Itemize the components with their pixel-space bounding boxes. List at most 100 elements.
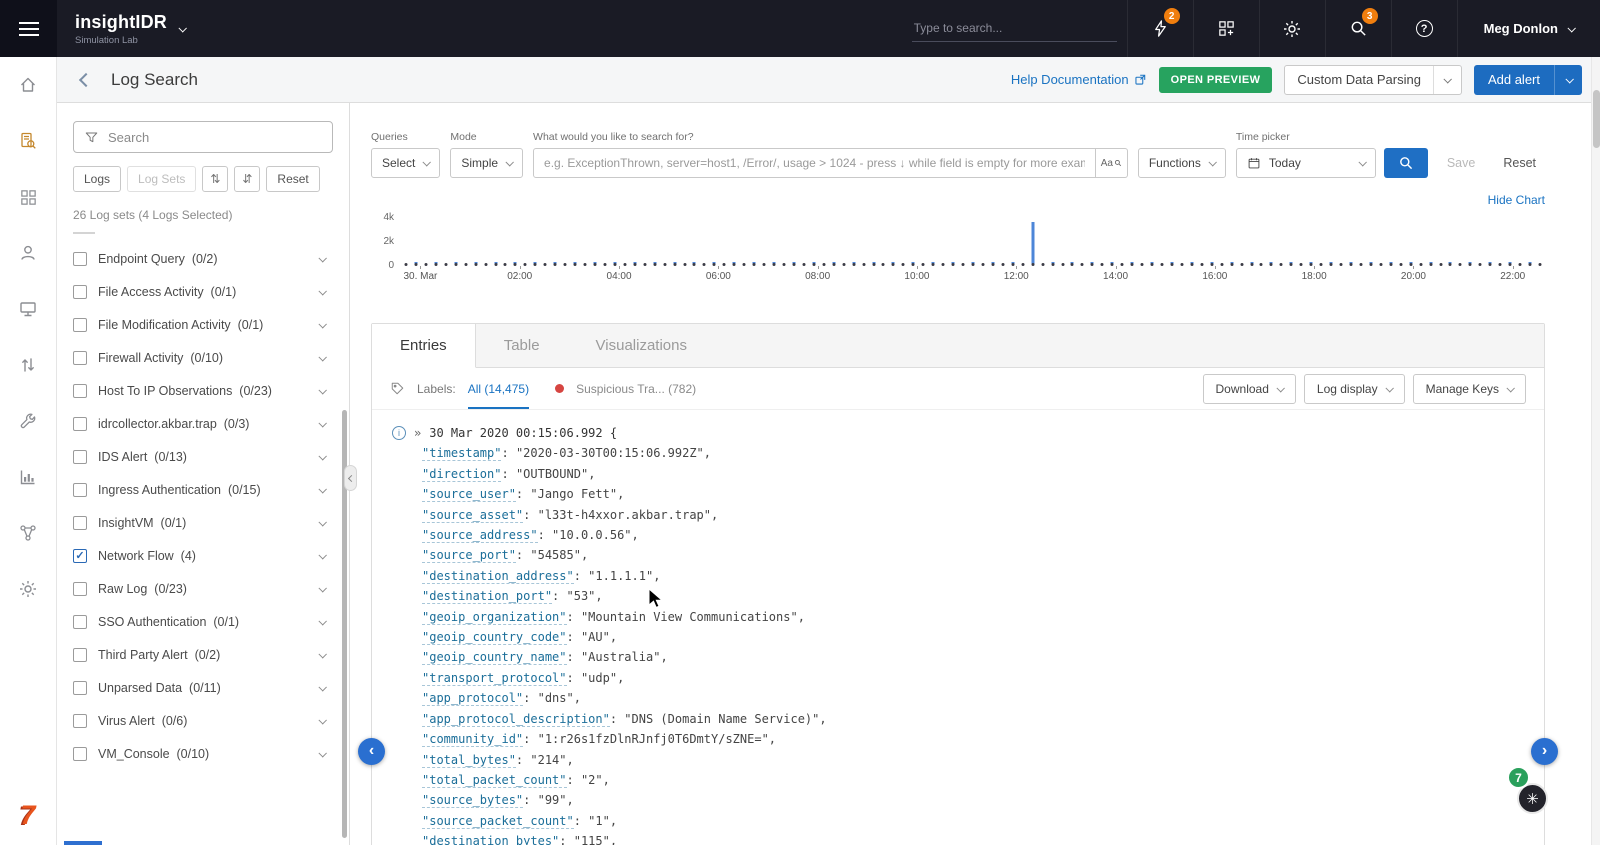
log-value[interactable]: "DNS (Domain Name Service)" xyxy=(624,712,819,726)
custom-data-parsing-dropdown[interactable]: Custom Data Parsing xyxy=(1284,65,1462,95)
home-nav-item[interactable] xyxy=(0,57,57,113)
time-picker-dropdown[interactable]: Today xyxy=(1236,148,1376,178)
help-documentation-link[interactable]: Help Documentation xyxy=(1011,72,1147,87)
logset-row[interactable]: Virus Alert (0/6) xyxy=(73,704,333,737)
chevron-down-icon[interactable] xyxy=(318,716,326,724)
logset-row[interactable]: Third Party Alert (0/2) xyxy=(73,638,333,671)
users-nav-item[interactable] xyxy=(0,225,57,281)
panel-drag-handle[interactable] xyxy=(73,232,95,234)
reports-nav-item[interactable] xyxy=(0,449,57,505)
log-value[interactable]: "53" xyxy=(567,589,596,603)
logset-row[interactable]: Endpoint Query (0/2) xyxy=(73,242,333,275)
data-collection-nav-item[interactable] xyxy=(0,337,57,393)
window-scrollbar[interactable] xyxy=(1591,57,1600,845)
log-value[interactable]: "115" xyxy=(574,834,610,845)
logs-toggle-button[interactable]: Logs xyxy=(73,166,121,192)
log-value[interactable]: "udp" xyxy=(581,671,617,685)
brand-block[interactable]: insightIDR Simulation Lab xyxy=(75,12,167,46)
logset-checkbox[interactable] xyxy=(73,714,87,728)
reset-query-button[interactable]: Reset xyxy=(1494,148,1545,178)
chevron-down-icon[interactable] xyxy=(318,584,326,592)
tab-table[interactable]: Table xyxy=(476,324,568,367)
entry-expander-icon[interactable]: » xyxy=(414,423,421,443)
log-value[interactable]: "2" xyxy=(581,773,603,787)
log-value[interactable]: "99" xyxy=(538,793,567,807)
log-value[interactable]: "1" xyxy=(588,814,610,828)
log-key[interactable]: "geoip_country_name" xyxy=(422,650,567,665)
logset-row[interactable]: File Access Activity (0/1) xyxy=(73,275,333,308)
logset-checkbox[interactable] xyxy=(73,648,87,662)
rapid7-logo[interactable]: 7 xyxy=(20,800,35,831)
user-menu[interactable]: Meg Donlon xyxy=(1457,0,1600,57)
log-search-nav-item[interactable] xyxy=(0,113,57,169)
logset-row[interactable]: idrcollector.akbar.trap (0/3) xyxy=(73,407,333,440)
log-value[interactable]: "dns" xyxy=(538,691,574,705)
label-filter-all[interactable]: All (14,475) xyxy=(468,382,529,396)
chevron-down-icon[interactable] xyxy=(318,419,326,427)
tab-visualizations[interactable]: Visualizations xyxy=(568,324,715,367)
log-key[interactable]: "source_user" xyxy=(422,487,516,502)
mode-dropdown[interactable]: Simple xyxy=(450,148,523,178)
open-preview-button[interactable]: OPEN PREVIEW xyxy=(1159,67,1273,93)
run-search-button[interactable] xyxy=(1384,148,1428,178)
chevron-down-icon[interactable] xyxy=(318,287,326,295)
log-value[interactable]: "AU" xyxy=(581,630,610,644)
log-key[interactable]: "transport_protocol" xyxy=(422,671,567,686)
logset-row[interactable]: Ingress Authentication (0/15) xyxy=(73,473,333,506)
tools-nav-item[interactable] xyxy=(0,393,57,449)
queries-dropdown[interactable]: Select xyxy=(371,148,440,178)
logset-checkbox[interactable] xyxy=(73,582,87,596)
log-key[interactable]: "source_bytes" xyxy=(422,793,523,808)
log-value[interactable]: "Australia" xyxy=(581,650,660,664)
next-entry-button[interactable]: › xyxy=(1531,738,1558,765)
chart-plot[interactable] xyxy=(401,216,1545,266)
logset-checkbox[interactable] xyxy=(73,384,87,398)
logset-search[interactable] xyxy=(73,121,333,153)
hide-chart-link[interactable]: Hide Chart xyxy=(1488,193,1545,207)
previous-entry-button[interactable]: ‹ xyxy=(358,738,385,765)
log-key[interactable]: "source_packet_count" xyxy=(422,814,574,829)
log-key[interactable]: "destination_bytes" xyxy=(422,834,559,845)
sort-descending-icon[interactable]: ⇵ xyxy=(234,166,260,192)
log-value[interactable]: "1:r26s1fzDlnRJnfj0T6DmtY/sZNE=" xyxy=(538,732,769,746)
log-sets-toggle-button[interactable]: Log Sets xyxy=(127,166,196,192)
manage-keys-dropdown[interactable]: Manage Keys xyxy=(1413,374,1526,404)
log-value[interactable]: "l33t-h4xxor.akbar.trap" xyxy=(538,508,711,522)
chevron-down-icon[interactable] xyxy=(318,551,326,559)
info-icon[interactable]: i xyxy=(392,426,406,440)
logset-checkbox[interactable] xyxy=(73,681,87,695)
logset-checkbox[interactable] xyxy=(73,450,87,464)
logset-row[interactable]: Host To IP Observations (0/23) xyxy=(73,374,333,407)
chevron-down-icon[interactable] xyxy=(318,683,326,691)
log-value[interactable]: "2020-03-30T00:15:06.992Z" xyxy=(516,446,704,460)
saved-searches-button[interactable]: 3 xyxy=(1325,0,1391,57)
endpoints-nav-item[interactable] xyxy=(0,281,57,337)
window-scrollbar-thumb[interactable] xyxy=(1593,90,1600,148)
query-input[interactable] xyxy=(533,148,1096,178)
logset-checkbox[interactable] xyxy=(73,615,87,629)
notification-count-badge[interactable]: 7 xyxy=(1507,766,1530,789)
label-filter-suspicious[interactable]: Suspicious Tra... (782) xyxy=(576,382,696,396)
chevron-down-icon[interactable] xyxy=(318,617,326,625)
settings-button-topbar[interactable] xyxy=(1259,0,1325,57)
help-button[interactable]: ? xyxy=(1391,0,1457,57)
logset-checkbox[interactable] xyxy=(73,351,87,365)
log-key[interactable]: "total_bytes" xyxy=(422,753,516,768)
hamburger-menu-icon[interactable] xyxy=(0,0,57,57)
log-key[interactable]: "geoip_country_code" xyxy=(422,630,567,645)
log-value[interactable]: "54585" xyxy=(530,548,581,562)
sort-ascending-icon[interactable]: ⇅ xyxy=(202,166,228,192)
chevron-down-icon[interactable] xyxy=(318,320,326,328)
log-key[interactable]: "source_address" xyxy=(422,528,538,543)
log-key[interactable]: "timestamp" xyxy=(422,446,501,461)
add-widget-button[interactable] xyxy=(1193,0,1259,57)
global-search-input[interactable] xyxy=(912,15,1117,42)
chevron-down-icon[interactable] xyxy=(318,650,326,658)
logset-row[interactable]: ✓Network Flow (4) xyxy=(73,539,333,572)
log-value[interactable]: "Jango Fett" xyxy=(530,487,617,501)
settings-nav-item[interactable] xyxy=(0,561,57,617)
log-key[interactable]: "geoip_organization" xyxy=(422,610,567,625)
logset-reset-button[interactable]: Reset xyxy=(266,166,319,192)
logset-row[interactable]: InsightVM (0/1) xyxy=(73,506,333,539)
log-key[interactable]: "source_port" xyxy=(422,548,516,563)
